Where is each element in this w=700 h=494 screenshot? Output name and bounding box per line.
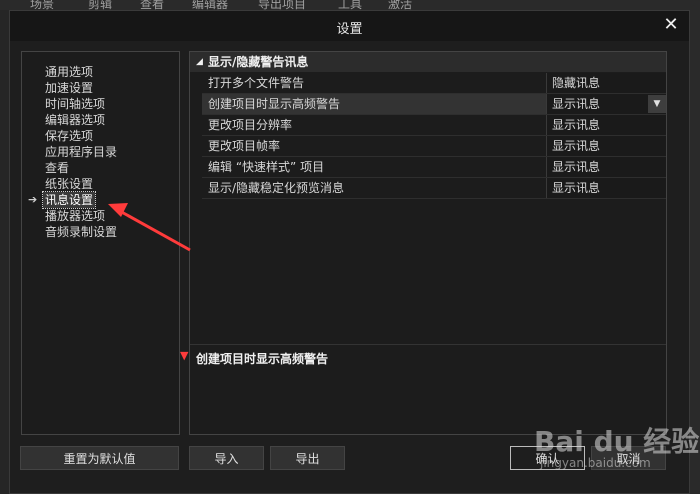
- watermark-logo-text: Bai du 经验: [534, 425, 700, 458]
- baidu-watermark: Bai du 经验 jingyan.baidu.com: [534, 420, 699, 478]
- arrow-shaft: [117, 208, 191, 252]
- watermark-url: jingyan.baidu.com: [540, 456, 651, 470]
